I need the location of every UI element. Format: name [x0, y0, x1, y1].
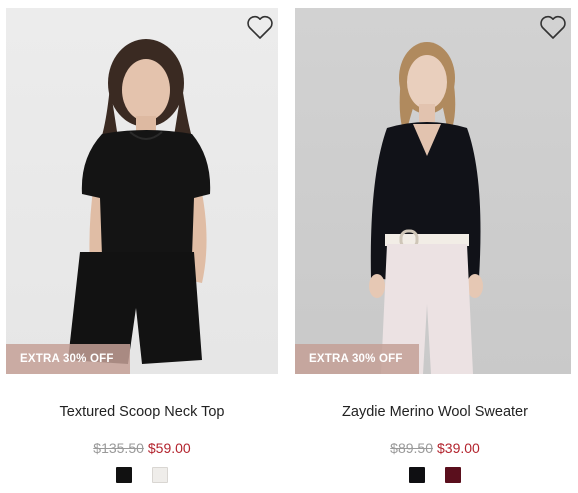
- swatch-ivory[interactable]: [152, 467, 168, 483]
- sale-price: $59.00: [147, 440, 191, 456]
- original-price: $135.50: [93, 440, 144, 456]
- swatch-black[interactable]: [116, 467, 132, 483]
- model-photo: [68, 39, 211, 364]
- product-image[interactable]: EXTRA 30% OFF: [6, 8, 278, 374]
- sale-price: $39.00: [437, 440, 480, 456]
- swatch-burgundy[interactable]: [445, 467, 461, 483]
- product-image[interactable]: EXTRA 30% OFF: [295, 8, 571, 374]
- product-name[interactable]: Textured Scoop Neck Top: [0, 404, 284, 420]
- original-price: $89.50: [390, 440, 433, 456]
- color-swatches: [0, 467, 284, 483]
- product-price: $135.50 $59.00: [0, 440, 284, 456]
- product-price: $89.50 $39.00: [293, 440, 577, 456]
- discount-badge: EXTRA 30% OFF: [6, 344, 130, 374]
- model-photo: [369, 42, 483, 374]
- product-name[interactable]: Zaydie Merino Wool Sweater: [293, 404, 577, 420]
- discount-badge: EXTRA 30% OFF: [295, 344, 419, 374]
- wishlist-heart-icon[interactable]: [246, 14, 274, 40]
- color-swatches: [293, 467, 577, 483]
- swatch-black[interactable]: [409, 467, 425, 483]
- wishlist-heart-icon[interactable]: [539, 14, 567, 40]
- product-card[interactable]: EXTRA 30% OFF Zaydie Merino Wool Sweater…: [293, 0, 577, 493]
- product-card[interactable]: EXTRA 30% OFF Textured Scoop Neck Top $1…: [0, 0, 284, 493]
